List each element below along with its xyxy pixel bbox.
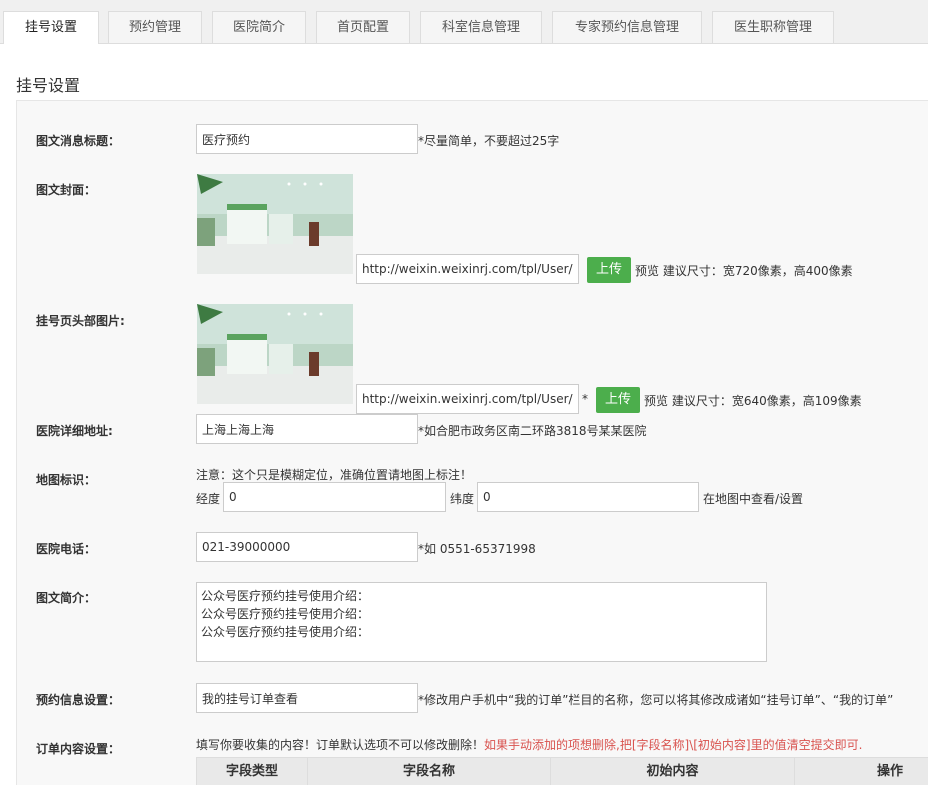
cover-url-input[interactable] [356, 254, 579, 284]
header-upload-button[interactable]: 上传 [596, 387, 640, 413]
booking-hint: *修改用户手机中“我的订单”栏目的名称，您可以将其修改成诸如“挂号订单”、“我的… [418, 693, 894, 707]
booking-label: 预约信息设置： [36, 693, 121, 707]
tab-hospital-intro[interactable]: 医院简介 [212, 11, 306, 43]
settings-form [16, 100, 928, 785]
cover-hint: 预览 建议尺寸：宽720像素，高400像素 [635, 264, 853, 278]
order-note: 填写你要收集的内容！订单默认选项不可以修改删除！如果手动添加的项想删除,把[字段… [196, 736, 862, 753]
col-field-name: 字段名称 [308, 758, 551, 785]
order-note-text: 填写你要收集的内容！订单默认选项不可以修改删除！ [196, 738, 485, 752]
col-initial-content: 初始内容 [551, 758, 795, 785]
intro-textarea[interactable]: 公众号医疗预约挂号使用介绍： 公众号医疗预约挂号使用介绍： 公众号医疗预约挂号使… [196, 582, 767, 662]
title-input[interactable] [196, 124, 418, 154]
tab-homepage-config[interactable]: 首页配置 [316, 11, 410, 43]
phone-label: 医院电话： [36, 542, 97, 556]
address-input[interactable] [196, 414, 418, 444]
cover-upload-button[interactable]: 上传 [587, 257, 631, 283]
order-fields-table-header: 字段类型 字段名称 初始内容 操作 [196, 757, 928, 785]
header-url-input[interactable] [356, 384, 579, 414]
title-label: 图文消息标题： [36, 134, 121, 148]
map-view-link[interactable]: 在地图中查看/设置 [703, 490, 803, 507]
header-image-label: 挂号页头部图片: [36, 314, 125, 328]
cover-preview-image [197, 174, 353, 274]
title-hint: *尽量简单，不要超过25字 [418, 134, 560, 148]
longitude-input[interactable] [223, 482, 446, 512]
col-actions: 操作 [876, 764, 903, 779]
header-required-star: * [582, 392, 588, 406]
header-hint: 预览 建议尺寸：宽640像素，高109像素 [644, 394, 862, 408]
map-note: 注意：这个只是模糊定位，准确位置请地图上标注！ [196, 468, 473, 482]
phone-input[interactable] [196, 532, 418, 562]
tab-registration-settings[interactable]: 挂号设置 [3, 11, 99, 44]
longitude-label: 经度 [196, 492, 221, 506]
cover-label: 图文封面： [36, 183, 97, 197]
tab-doctor-titles[interactable]: 医生职称管理 [712, 11, 834, 43]
order-note-warning: 如果手动添加的项想删除,把[字段名称]\[初始内容]里的值清空提交即可. [484, 738, 863, 752]
phone-hint: *如 0551-65371998 [418, 542, 536, 556]
col-field-type: 字段类型 [197, 758, 308, 785]
intro-label: 图文简介： [36, 591, 97, 605]
tab-bar: 挂号设置 预约管理 医院简介 首页配置 科室信息管理 专家预约信息管理 医生职称… [0, 0, 928, 44]
booking-input[interactable] [196, 683, 418, 713]
tab-appointment-management[interactable]: 预约管理 [108, 11, 202, 43]
order-label: 订单内容设置： [36, 742, 121, 756]
latitude-label: 纬度 [450, 492, 475, 506]
address-label: 医院详细地址: [36, 424, 113, 438]
tab-department-info[interactable]: 科室信息管理 [420, 11, 542, 43]
tab-expert-appointment[interactable]: 专家预约信息管理 [552, 11, 702, 43]
page-title: 挂号设置 [16, 76, 81, 95]
latitude-input[interactable] [477, 482, 699, 512]
address-hint: *如合肥市政务区南二环路3818号某某医院 [418, 424, 647, 438]
map-label: 地图标识： [36, 473, 97, 487]
header-preview-image [197, 304, 353, 404]
